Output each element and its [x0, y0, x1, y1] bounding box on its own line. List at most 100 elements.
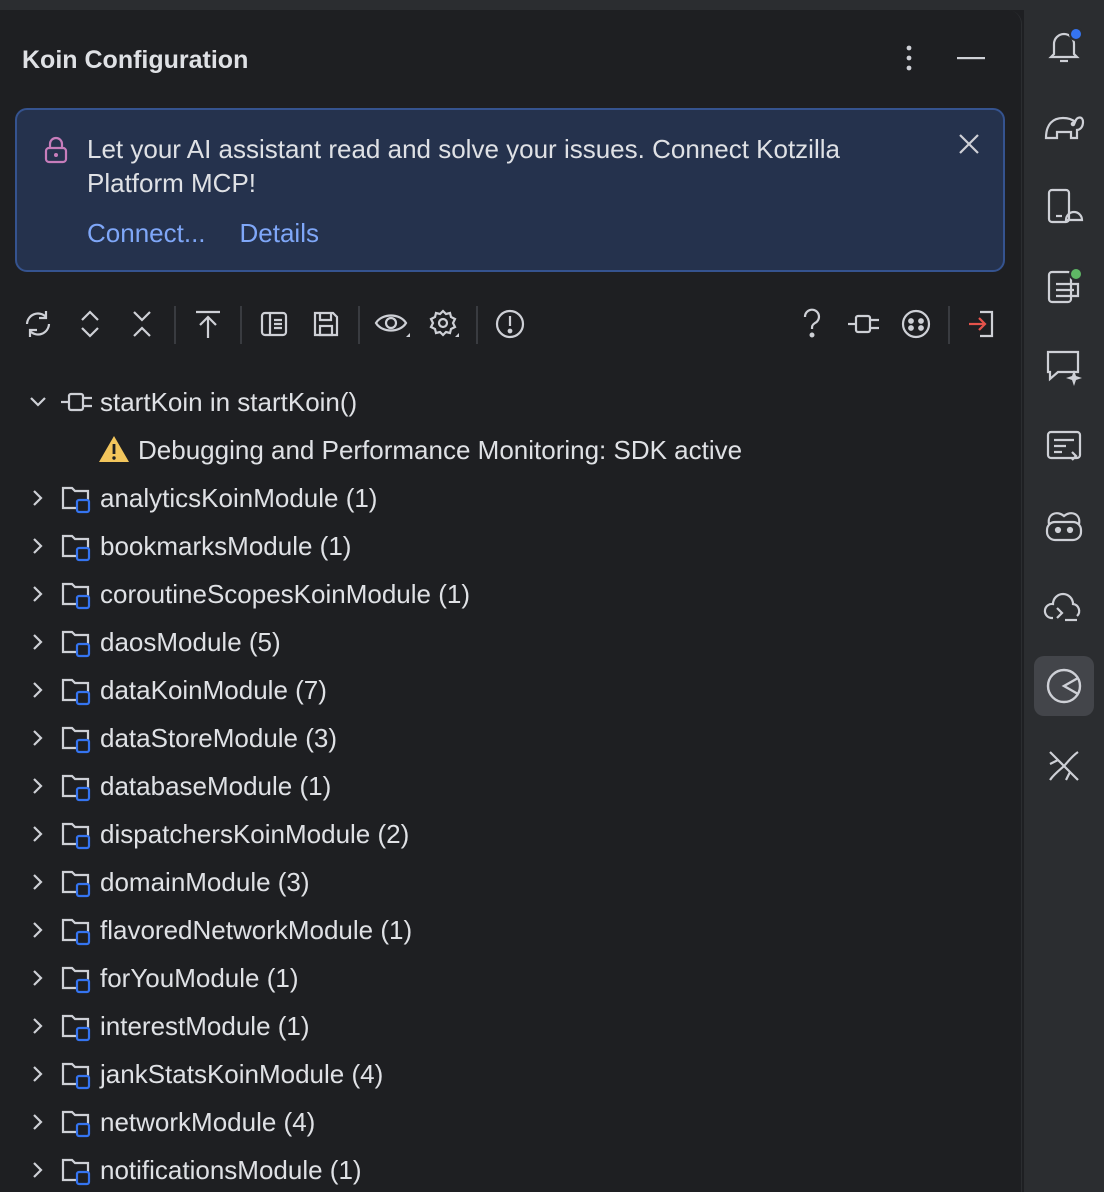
module-label: dataKoinModule (7): [100, 674, 327, 705]
module-folder-icon: [60, 578, 92, 610]
module-folder-icon: [60, 674, 92, 706]
toolbar-separator: [174, 306, 176, 344]
notifications-icon[interactable]: [1042, 24, 1086, 68]
warning-label: Debugging and Performance Monitoring: SD…: [138, 434, 743, 465]
module-row[interactable]: bookmarksModule (1): [0, 522, 1000, 570]
collapse-all-icon[interactable]: [120, 304, 164, 344]
module-label: domainModule (3): [100, 866, 310, 897]
module-label: bookmarksModule (1): [100, 530, 352, 561]
details-link[interactable]: Details: [240, 218, 319, 249]
module-folder-icon: [60, 482, 92, 514]
warning-row[interactable]: Debugging and Performance Monitoring: SD…: [0, 426, 1000, 474]
module-label: jankStatsKoinModule (4): [100, 1058, 384, 1089]
view-options-icon[interactable]: [370, 304, 414, 344]
panel-icon[interactable]: [252, 304, 296, 344]
toolbar: [14, 304, 1004, 344]
module-row[interactable]: coroutineScopesKoinModule (1): [0, 570, 1000, 618]
chevron-right-icon[interactable]: [26, 822, 50, 846]
module-label: interestModule (1): [100, 1010, 310, 1041]
panel-title-actions: [889, 38, 991, 78]
module-row[interactable]: databaseModule (1): [0, 762, 1000, 810]
chevron-right-icon[interactable]: [26, 1110, 50, 1134]
module-row[interactable]: dataStoreModule (3): [0, 714, 1000, 762]
module-folder-icon: [60, 1010, 92, 1042]
module-folder-icon: [60, 818, 92, 850]
minimize-icon[interactable]: [951, 38, 991, 78]
chevron-right-icon[interactable]: [26, 1062, 50, 1086]
plane-icon[interactable]: [1042, 744, 1086, 788]
top-strip: [0, 0, 1104, 10]
chevron-right-icon[interactable]: [26, 582, 50, 606]
device-manager-icon[interactable]: [1042, 184, 1086, 228]
module-label: dataStoreModule (3): [100, 722, 338, 753]
warning-icon: [99, 436, 129, 462]
help-icon[interactable]: [790, 304, 834, 344]
issues-icon[interactable]: [488, 304, 532, 344]
module-row[interactable]: dataKoinModule (7): [0, 666, 1000, 714]
chevron-right-icon[interactable]: [26, 534, 50, 558]
module-label: forYouModule (1): [100, 962, 299, 993]
chevron-right-icon[interactable]: [26, 966, 50, 990]
module-row[interactable]: notificationsModule (1): [0, 1146, 1000, 1192]
ai-chat-icon[interactable]: [1042, 344, 1086, 388]
save-icon[interactable]: [304, 304, 348, 344]
module-row[interactable]: dispatchersKoinModule (2): [0, 810, 1000, 858]
cloud-terminal-icon[interactable]: [1042, 584, 1086, 628]
module-folder-icon: [60, 962, 92, 994]
tree-root-label: startKoin in startKoin(): [100, 386, 358, 417]
more-options-icon[interactable]: [889, 38, 929, 78]
close-icon[interactable]: [957, 132, 981, 161]
plug-icon: [61, 392, 92, 412]
module-folder-icon: [60, 914, 92, 946]
copilot-icon[interactable]: [1042, 504, 1086, 548]
logout-icon[interactable]: [960, 304, 1004, 344]
module-folder-icon: [60, 626, 92, 658]
export-icon[interactable]: [186, 304, 230, 344]
module-label: analyticsKoinModule (1): [100, 482, 378, 513]
module-row[interactable]: forYouModule (1): [0, 954, 1000, 1002]
module-label: networkModule (4): [100, 1106, 316, 1137]
gradle-elephant-icon[interactable]: [1042, 104, 1086, 148]
module-row[interactable]: analyticsKoinModule (1): [0, 474, 1000, 522]
chevron-right-icon[interactable]: [26, 486, 50, 510]
tree-root-row[interactable]: startKoin in startKoin(): [0, 378, 1000, 426]
module-row[interactable]: jankStatsKoinModule (4): [0, 1050, 1000, 1098]
chevron-right-icon[interactable]: [26, 1158, 50, 1182]
plug-icon[interactable]: [842, 304, 886, 344]
koin-configuration-panel: Koin Configuration Let your AI assistant…: [0, 10, 1022, 1192]
chevron-right-icon[interactable]: [26, 726, 50, 750]
chevron-right-icon[interactable]: [26, 918, 50, 942]
module-folder-icon: [60, 866, 92, 898]
chevron-down-icon[interactable]: [26, 390, 50, 414]
toolbar-separator: [948, 306, 950, 344]
module-row[interactable]: interestModule (1): [0, 1002, 1000, 1050]
module-row[interactable]: domainModule (3): [0, 858, 1000, 906]
koin-icon[interactable]: [1042, 664, 1086, 708]
expand-all-icon[interactable]: [68, 304, 112, 344]
face-icon[interactable]: [894, 304, 938, 344]
lock-icon: [43, 136, 69, 169]
module-label: notificationsModule (1): [100, 1154, 362, 1185]
settings-icon[interactable]: [422, 304, 466, 344]
module-folder-icon: [60, 1106, 92, 1138]
logcat-icon[interactable]: [1042, 424, 1086, 468]
module-label: daosModule (5): [100, 626, 281, 657]
banner-message: Let your AI assistant read and solve you…: [87, 134, 840, 198]
module-folder-icon: [60, 1154, 92, 1186]
module-row[interactable]: networkModule (4): [0, 1098, 1000, 1146]
chevron-right-icon[interactable]: [26, 1014, 50, 1038]
module-folder-icon: [60, 770, 92, 802]
chevron-right-icon[interactable]: [26, 678, 50, 702]
module-label: flavoredNetworkModule (1): [100, 914, 413, 945]
toolbar-separator: [358, 306, 360, 344]
toolbar-separator: [476, 306, 478, 344]
chevron-right-icon[interactable]: [26, 630, 50, 654]
module-row[interactable]: daosModule (5): [0, 618, 1000, 666]
chevron-right-icon[interactable]: [26, 870, 50, 894]
connect-link[interactable]: Connect...: [87, 218, 206, 249]
toolbar-separator: [240, 306, 242, 344]
refresh-icon[interactable]: [16, 304, 60, 344]
chevron-right-icon[interactable]: [26, 774, 50, 798]
module-row[interactable]: flavoredNetworkModule (1): [0, 906, 1000, 954]
running-devices-icon[interactable]: [1042, 264, 1086, 308]
